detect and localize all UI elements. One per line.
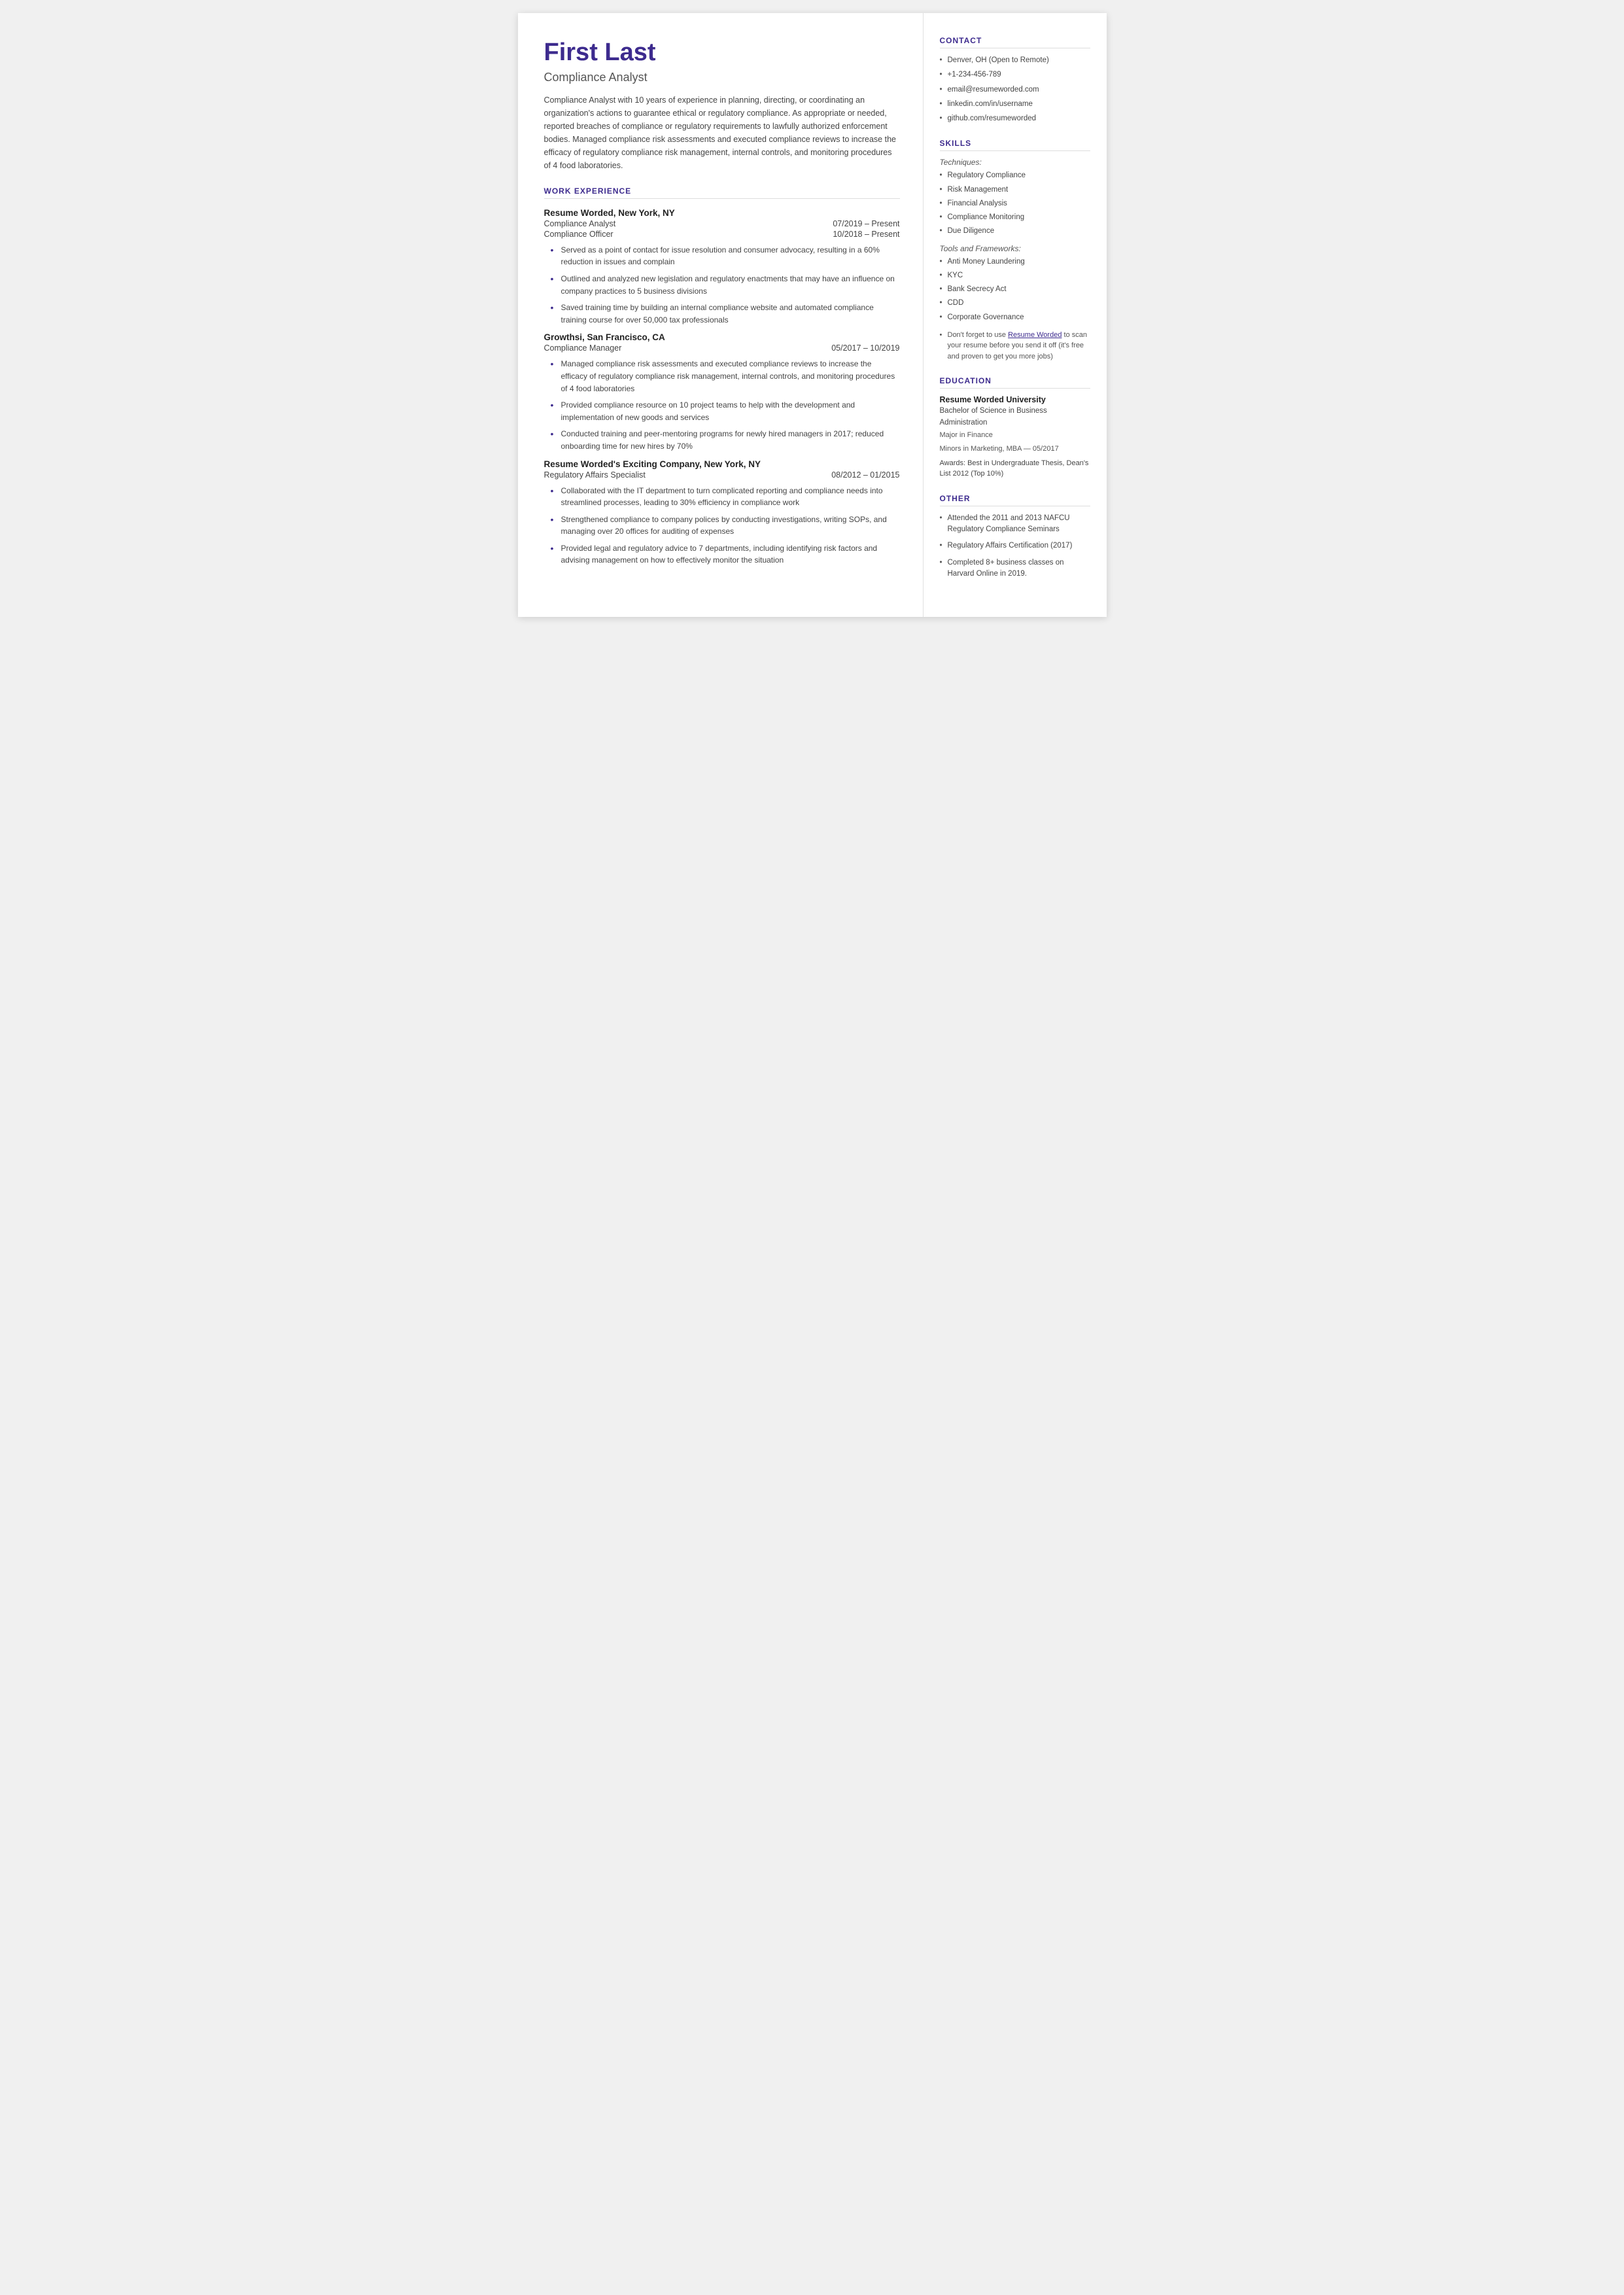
skills-section: SKILLS Techniques: Regulatory Compliance… <box>940 139 1090 362</box>
job-row-1b: Compliance Officer 10/2018 – Present <box>544 230 900 239</box>
education-header: EDUCATION <box>940 376 1090 389</box>
work-section-3: Resume Worded's Exciting Company, New Yo… <box>544 459 900 567</box>
other-item-2: Completed 8+ business classes on Harvard… <box>940 557 1090 580</box>
techniques-label: Techniques: <box>940 158 1090 167</box>
job-row-3a: Regulatory Affairs Specialist 08/2012 – … <box>544 470 900 480</box>
bullet-2-2: Provided compliance resource on 10 proje… <box>551 399 900 423</box>
contact-header: CONTACT <box>940 36 1090 48</box>
work-section-1: Resume Worded, New York, NY Compliance A… <box>544 208 900 326</box>
bullet-1-3: Saved training time by building an inter… <box>551 302 900 326</box>
company-name-1: Resume Worded, New York, NY <box>544 208 900 218</box>
bullets-1: Served as a point of contact for issue r… <box>551 244 900 326</box>
job-dates-1a: 07/2019 – Present <box>833 219 899 228</box>
technique-4: Due Diligence <box>940 226 1090 237</box>
bullet-3-2: Strengthened compliance to company polic… <box>551 514 900 538</box>
bullets-3: Collaborated with the IT department to t… <box>551 485 900 567</box>
candidate-title: Compliance Analyst <box>544 71 900 84</box>
left-column: First Last Compliance Analyst Compliance… <box>518 13 924 617</box>
tool-2: Bank Secrecy Act <box>940 284 1090 295</box>
techniques-list: Regulatory Compliance Risk Management Fi… <box>940 170 1090 237</box>
tools-list: Anti Money Laundering KYC Bank Secrecy A… <box>940 256 1090 323</box>
tool-3: CDD <box>940 298 1090 309</box>
contact-item-2: email@resumeworded.com <box>940 84 1090 96</box>
contact-item-3: linkedin.com/in/username <box>940 99 1090 110</box>
job-row-2a: Compliance Manager 05/2017 – 10/2019 <box>544 343 900 353</box>
skills-note-prefix: Don't forget to use <box>948 331 1009 339</box>
job-dates-3a: 08/2012 – 01/2015 <box>831 470 899 480</box>
candidate-summary: Compliance Analyst with 10 years of expe… <box>544 94 900 172</box>
tool-1: KYC <box>940 270 1090 281</box>
job-row-1a: Compliance Analyst 07/2019 – Present <box>544 219 900 228</box>
technique-2: Financial Analysis <box>940 198 1090 209</box>
technique-0: Regulatory Compliance <box>940 170 1090 181</box>
candidate-name: First Last <box>544 39 900 67</box>
job-title-3a: Regulatory Affairs Specialist <box>544 470 646 480</box>
other-list: Attended the 2011 and 2013 NAFCU Regulat… <box>940 513 1090 580</box>
bullets-2: Managed compliance risk assessments and … <box>551 358 900 452</box>
skills-note: Don't forget to use Resume Worded to sca… <box>940 330 1090 362</box>
resume-container: First Last Compliance Analyst Compliance… <box>518 13 1107 617</box>
other-item-1: Regulatory Affairs Certification (2017) <box>940 540 1090 552</box>
edu-awards: Awards: Best in Undergraduate Thesis, De… <box>940 458 1090 480</box>
bullet-3-1: Collaborated with the IT department to t… <box>551 485 900 509</box>
edu-school: Resume Worded University <box>940 395 1090 404</box>
right-column: CONTACT Denver, OH (Open to Remote) +1-2… <box>924 13 1107 617</box>
contact-item-1: +1-234-456-789 <box>940 69 1090 80</box>
company-name-3: Resume Worded's Exciting Company, New Yo… <box>544 459 900 469</box>
bullet-3-3: Provided legal and regulatory advice to … <box>551 542 900 567</box>
job-title-1a: Compliance Analyst <box>544 219 616 228</box>
edu-minors: Minors in Marketing, MBA — 05/2017 <box>940 444 1090 455</box>
bullet-1-1: Served as a point of contact for issue r… <box>551 244 900 268</box>
other-header: OTHER <box>940 494 1090 506</box>
job-dates-2a: 05/2017 – 10/2019 <box>831 343 899 353</box>
edu-degree: Bachelor of Science in Business Administ… <box>940 406 1090 429</box>
contact-list: Denver, OH (Open to Remote) +1-234-456-7… <box>940 55 1090 124</box>
job-title-2a: Compliance Manager <box>544 343 622 353</box>
other-section: OTHER Attended the 2011 and 2013 NAFCU R… <box>940 494 1090 580</box>
tools-label: Tools and Frameworks: <box>940 244 1090 253</box>
edu-major: Major in Finance <box>940 430 1090 441</box>
contact-item-4: github.com/resumeworded <box>940 113 1090 124</box>
bullet-2-3: Conducted training and peer-mentoring pr… <box>551 428 900 452</box>
work-experience-header: WORK EXPERIENCE <box>544 186 900 199</box>
job-dates-1b: 10/2018 – Present <box>833 230 899 239</box>
skills-header: SKILLS <box>940 139 1090 151</box>
tool-0: Anti Money Laundering <box>940 256 1090 268</box>
company-name-2: Growthsi, San Francisco, CA <box>544 332 900 342</box>
bullet-2-1: Managed compliance risk assessments and … <box>551 358 900 394</box>
contact-section: CONTACT Denver, OH (Open to Remote) +1-2… <box>940 36 1090 124</box>
contact-item-0: Denver, OH (Open to Remote) <box>940 55 1090 66</box>
tool-4: Corporate Governance <box>940 312 1090 323</box>
education-section: EDUCATION Resume Worded University Bache… <box>940 376 1090 480</box>
other-item-0: Attended the 2011 and 2013 NAFCU Regulat… <box>940 513 1090 536</box>
bullet-1-2: Outlined and analyzed new legislation an… <box>551 273 900 297</box>
work-section-2: Growthsi, San Francisco, CA Compliance M… <box>544 332 900 452</box>
job-title-1b: Compliance Officer <box>544 230 613 239</box>
technique-3: Compliance Monitoring <box>940 212 1090 223</box>
resume-worded-link[interactable]: Resume Worded <box>1008 331 1062 339</box>
technique-1: Risk Management <box>940 184 1090 196</box>
